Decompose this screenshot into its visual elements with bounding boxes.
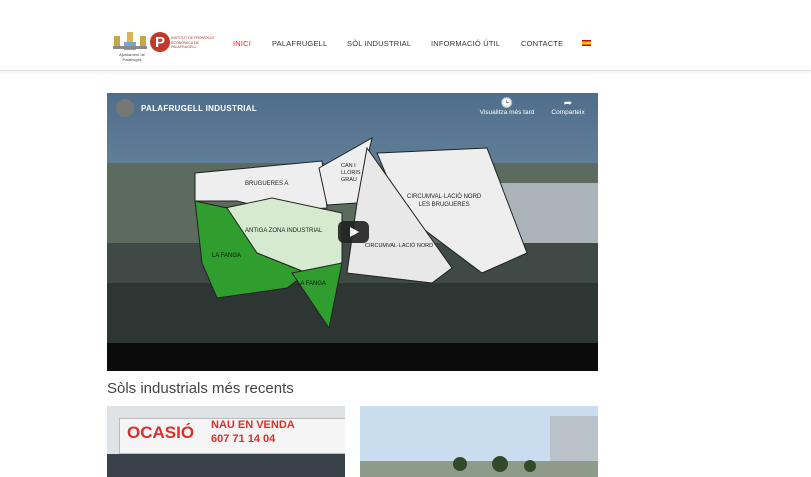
nav-sol-industrial[interactable]: SÒL INDUSTRIAL [347,39,411,48]
nav-informacio-util[interactable]: INFORMACIÓ ÚTIL [431,39,500,48]
nav-palafrugell[interactable]: PALAFRUGELL [272,39,327,48]
channel-avatar[interactable] [116,99,134,117]
spanish-flag-icon[interactable] [582,40,591,46]
map-label-circ-nord-brugueres: CIRCUMVAL·LACIÓ NORD LES BRUGUERES [407,194,482,208]
map-label-la-fanga-2: LA FANGA [297,281,327,287]
property-card-1[interactable]: OCASIÓ NAU EN VENDA 607 71 14 04 [107,406,345,477]
map-label-can-lloris: CAN I LLORIS GRAU [341,163,361,183]
ipep-logo[interactable]: P [150,32,170,52]
share-icon: ➦ [563,98,573,109]
card-building-base [107,454,345,477]
share-button[interactable]: ➦ Comparteix [545,98,591,116]
watch-later-button[interactable]: 🕒 Visualitza més tard [476,98,538,116]
sign-ocasio: OCASIÓ [127,423,195,442]
play-button[interactable] [338,221,369,243]
video-title[interactable]: PALAFRUGELL INDUSTRIAL [141,104,257,113]
ajuntament-logo-text: Ajuntament de Palafrugell [119,52,145,62]
map-label-la-fanga-1: LA FANGA [212,253,242,259]
share-label: Comparteix [551,109,585,116]
section-title: Sòls industrials més recents [107,380,294,397]
sign-nau-en-venda: NAU EN VENDA [211,419,295,431]
ipep-logo-text: INSTITUT DE PROMOCIÓ ECONÒMICA DE PALAFR… [171,36,215,50]
site-header: Ajuntament de Palafrugell P INSTITUT DE … [0,0,811,71]
clock-icon: 🕒 [500,98,514,109]
watch-later-label: Visualitza més tard [479,109,535,116]
map-label-circ-nord: CIRCUMVAL·LACIÓ NORD [365,243,434,249]
sign-phone: 607 71 14 04 [211,433,276,445]
nav-inici[interactable]: INICI [233,39,251,48]
card-image-2 [360,406,598,477]
property-card-2[interactable] [360,406,598,477]
map-label-antiga: ANTIGA ZONA INDUSTRIAL [245,228,323,234]
nav-contacte[interactable]: CONTACTE [521,39,563,48]
map-label-brugueres: BRUGUERES A [245,181,289,187]
